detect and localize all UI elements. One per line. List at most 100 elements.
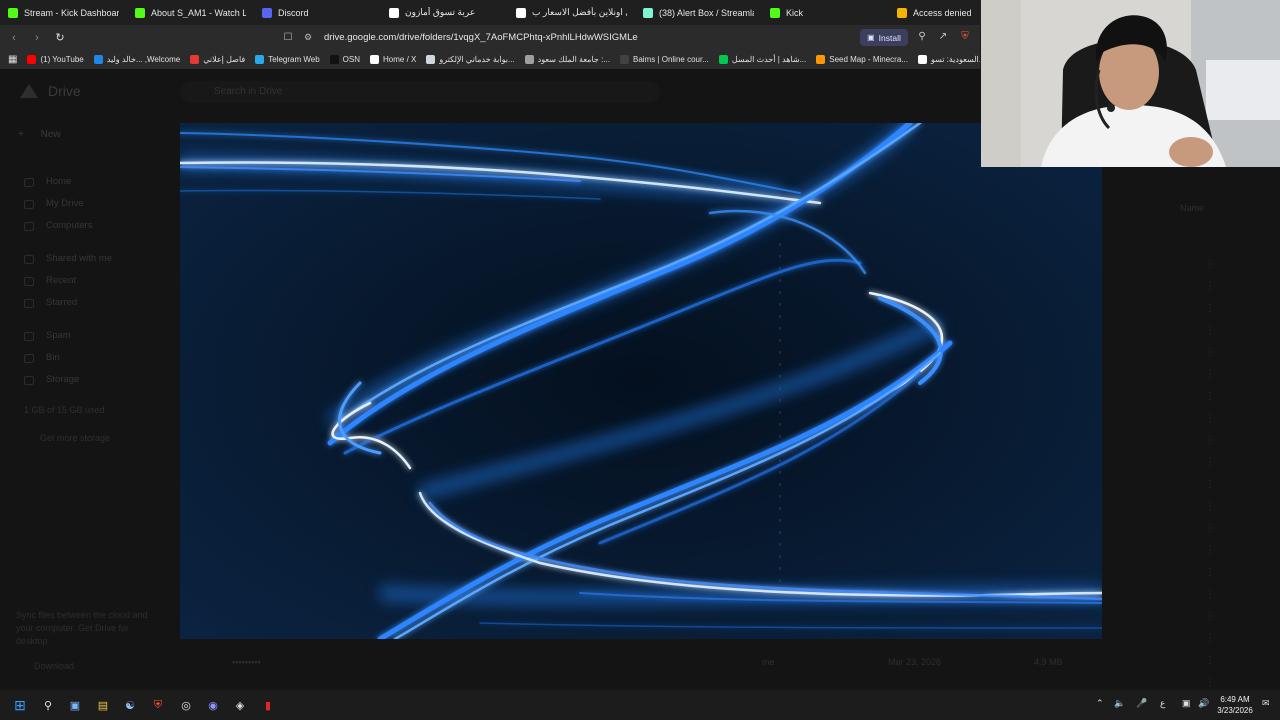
more-options-icon[interactable]: ⋮ (1205, 677, 1215, 688)
file-explorer-icon[interactable]: ▤ (95, 697, 111, 713)
install-app-button[interactable]: ▣ Install (860, 29, 908, 46)
reload-icon[interactable]: ↻ (51, 29, 69, 47)
amazon-icon (516, 7, 526, 18)
bookmark-item[interactable]: جامعة الملك سعود :... (524, 55, 610, 64)
photos-icon[interactable]: ▣ (67, 697, 83, 713)
webcam-overlay (981, 0, 1280, 167)
discord-icon[interactable]: ◉ (205, 697, 221, 713)
app-icon[interactable]: ◈ (232, 697, 248, 713)
bookmark-item[interactable]: بوابة خدماتي الإلكترو... (426, 55, 515, 64)
more-options-icon[interactable]: ⋮ (1205, 325, 1215, 336)
bookmark-icon[interactable]: ☐ (280, 32, 296, 43)
address-bar[interactable]: ☐ ⚙ drive.google.com/drive/folders/1vqgX… (280, 28, 855, 47)
sidebar-item[interactable]: Home (46, 176, 71, 187)
more-options-icon[interactable]: ⋮ (1205, 369, 1215, 380)
drive-logo[interactable]: Drive (20, 83, 81, 99)
more-options-icon[interactable]: ⋮ (1205, 589, 1215, 600)
sort-label[interactable]: Name (1180, 203, 1204, 213)
bookmark-item[interactable]: شاهد | أحدث المسل... (718, 55, 806, 64)
site-info-icon[interactable]: ⚙ (304, 32, 318, 43)
bookmark-item[interactable]: (1) YouTube (27, 55, 84, 64)
input-language[interactable]: ع (1160, 698, 1165, 709)
volume-icon[interactable]: 🔊 (1198, 698, 1209, 709)
browser-tab[interactable]: Discord (254, 0, 381, 25)
more-options-icon[interactable]: ⋮ (1205, 259, 1215, 270)
browser-tab[interactable]: Kick (762, 0, 889, 25)
video-player[interactable] (180, 123, 1102, 639)
brave-icon[interactable]: ⛨ (150, 697, 166, 713)
bookmark-item[interactable]: Baims | Online cour... (619, 55, 709, 64)
share-icon[interactable]: ↗ (936, 31, 950, 45)
forward-icon[interactable]: › (28, 29, 46, 47)
bookmark-favicon-icon (426, 55, 436, 64)
bookmark-label: فاصل إعلاني (203, 55, 246, 64)
amazon-icon (389, 7, 399, 18)
row-owner: me (762, 657, 775, 667)
download-button[interactable]: Download (34, 661, 74, 671)
more-options-icon[interactable]: ⋮ (1205, 567, 1215, 578)
get-more-storage-button[interactable]: Get more storage (40, 433, 110, 443)
sidebar-item[interactable]: Storage (46, 374, 79, 385)
bookmark-item[interactable]: خالد وليد... ,Welcome (93, 55, 180, 64)
browser-tab[interactable]: عربة تسوق أمازون (381, 0, 508, 25)
steam-icon[interactable]: ☯ (122, 697, 138, 713)
speaker-icon[interactable]: 🔈 (1114, 698, 1125, 709)
bookmark-item[interactable]: OSN (329, 55, 360, 64)
more-options-icon[interactable]: ⋮ (1205, 391, 1215, 402)
drive-search-input[interactable]: Search in Drive (180, 81, 660, 103)
sidebar-item[interactable]: My Drive (46, 198, 83, 209)
bookmark-favicon-icon (619, 55, 629, 64)
more-options-icon[interactable]: ⋮ (1205, 435, 1215, 446)
bookmark-favicon-icon (917, 55, 927, 64)
sidebar-item[interactable]: Recent (46, 275, 76, 286)
sidebar-item[interactable]: Computers (46, 220, 92, 231)
more-options-icon[interactable]: ⋮ (1205, 347, 1215, 358)
bookmark-item[interactable]: السعودية: تسو... (917, 55, 980, 64)
more-options-icon[interactable]: ⋮ (1205, 457, 1215, 468)
bookmark-label: السعودية: تسو... (930, 55, 980, 64)
chevron-up-icon[interactable]: ⌃ (1096, 698, 1104, 709)
browser-tab[interactable]: About S_AM1 - Watch Live o (127, 0, 254, 25)
more-options-icon[interactable]: ⋮ (1205, 413, 1215, 424)
row-name[interactable]: ▪▪▪▪▪▪▪▪▪ (232, 657, 261, 667)
more-options-icon[interactable]: ⋮ (1205, 611, 1215, 622)
brave-shield-icon[interactable]: ⛨ (958, 31, 972, 45)
bookmark-item[interactable]: Seed Map - Minecra... (816, 55, 908, 64)
browser-tab[interactable]: (38) Alert Box / Streamlabs (635, 0, 762, 25)
sidebar-item[interactable]: Starred (46, 297, 77, 308)
browser-tab[interactable]: اشتري اونلاين بأفضل الاسعار ب (508, 0, 635, 25)
more-options-icon[interactable]: ⋮ (1205, 633, 1215, 644)
network-icon[interactable]: ▣ (1182, 698, 1191, 709)
search-icon[interactable]: ⚲ (40, 697, 56, 713)
notification-icon[interactable]: ✉ (1262, 698, 1270, 709)
drive-icon (897, 7, 907, 18)
more-options-icon[interactable]: ⋮ (1205, 303, 1215, 314)
zoom-icon[interactable]: ⚲ (915, 31, 929, 45)
kick-icon (8, 7, 18, 18)
bookmark-item[interactable]: Home / X (370, 55, 416, 64)
bookmark-favicon-icon (718, 55, 728, 64)
windows-start-icon[interactable]: ⊞ (12, 697, 28, 713)
back-icon[interactable]: ‹ (5, 29, 23, 47)
more-options-icon[interactable]: ⋮ (1205, 281, 1215, 292)
obs-icon[interactable]: ◎ (178, 697, 194, 713)
apps-grid-icon[interactable]: ▦ (8, 54, 17, 65)
sidebar-item-icon (24, 376, 34, 385)
more-options-icon[interactable]: ⋮ (1205, 655, 1215, 666)
sidebar-item[interactable]: Spam (46, 330, 71, 341)
red-app-icon[interactable]: ▮ (260, 697, 276, 713)
sidebar-item-icon (24, 178, 34, 187)
more-options-icon[interactable]: ⋮ (1205, 545, 1215, 556)
sidebar-item[interactable]: Shared with me (46, 253, 112, 264)
new-button[interactable]: + New (18, 129, 78, 151)
kick-icon (770, 7, 780, 18)
microphone-icon[interactable]: 🎤 (1136, 698, 1147, 709)
more-options-icon[interactable]: ⋮ (1205, 479, 1215, 490)
browser-tab[interactable]: Stream - Kick Dashboard (0, 0, 127, 25)
bookmark-item[interactable]: فاصل إعلاني (190, 55, 245, 64)
more-options-icon[interactable]: ⋮ (1205, 523, 1215, 534)
bookmark-item[interactable]: Telegram Web (255, 55, 320, 64)
more-options-icon[interactable]: ⋮ (1205, 501, 1215, 512)
clock[interactable]: 6:49 AM 3/23/2026 (1212, 694, 1258, 716)
sidebar-item[interactable]: Bin (46, 352, 60, 363)
